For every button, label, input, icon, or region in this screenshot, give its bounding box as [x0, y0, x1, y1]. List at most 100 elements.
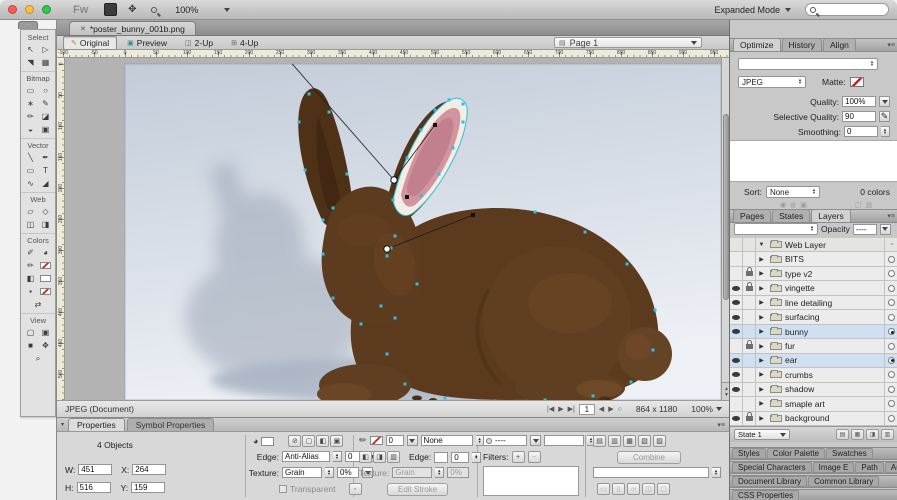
tool-button[interactable]: [38, 272, 53, 285]
stroke-texture-dropdown[interactable]: Grain: [392, 467, 432, 478]
stroke-option-button[interactable]: ◧: [359, 451, 372, 463]
visibility-toggle[interactable]: [730, 383, 743, 396]
visibility-toggle[interactable]: [730, 267, 743, 280]
loop-icon[interactable]: ○: [618, 406, 622, 413]
transparency-icon[interactable]: ◍: [790, 201, 796, 209]
visibility-toggle[interactable]: [730, 252, 743, 265]
tool-button[interactable]: ■: [23, 339, 38, 352]
layer-row[interactable]: line detailing: [730, 296, 897, 310]
layer-select-radio[interactable]: [884, 281, 897, 294]
tool-button[interactable]: ▢: [23, 326, 38, 339]
edit-color-icon[interactable]: ▢: [855, 201, 862, 209]
tool-button[interactable]: ◢: [38, 177, 53, 190]
layer-select-radio[interactable]: [884, 339, 897, 352]
transparent-checkbox[interactable]: [279, 485, 287, 493]
fill-option-button[interactable]: ▣: [330, 435, 343, 447]
tool-button[interactable]: ▣: [38, 123, 53, 136]
current-state-field[interactable]: 1: [579, 404, 595, 415]
minimize-window-button[interactable]: [25, 5, 34, 14]
tab-properties[interactable]: Properties: [68, 418, 125, 431]
expand-arrow-icon[interactable]: [756, 310, 767, 323]
layer-row[interactable]: bunny: [730, 325, 897, 339]
collapsed-panel-tab[interactable]: Auto Shi: [885, 462, 897, 473]
expand-arrow-icon[interactable]: [756, 267, 767, 280]
tab-align[interactable]: Align: [823, 38, 856, 51]
fill-option-button[interactable]: ◧: [316, 435, 329, 447]
tool-button[interactable]: ▣: [38, 326, 53, 339]
selective-quality-edit-button[interactable]: ✎: [879, 111, 890, 122]
collapsed-panel-tab[interactable]: Path: [855, 462, 883, 473]
sort-dropdown[interactable]: None ▲▼: [766, 186, 820, 198]
stroke-edge-amount-field[interactable]: 0: [451, 452, 469, 463]
collapsed-panel-tab[interactable]: CSS Properties: [732, 490, 799, 500]
stroke-edge-field[interactable]: [434, 452, 448, 463]
lock-toggle[interactable]: [743, 252, 756, 265]
expand-arrow-icon[interactable]: [756, 383, 767, 396]
delete-color-icon[interactable]: ▥: [865, 201, 872, 209]
lock-toggle[interactable]: [743, 267, 756, 280]
tool-button[interactable]: T: [38, 164, 53, 177]
tool-button[interactable]: ◥: [23, 56, 38, 69]
panel-menu-icon[interactable]: ▾≡: [887, 212, 895, 220]
stroke-texture-amount-field[interactable]: 0%: [447, 467, 469, 478]
arrange-button[interactable]: ▱: [627, 483, 640, 495]
state-selector-dropdown[interactable]: State 1: [734, 429, 790, 440]
tool-button[interactable]: ○: [38, 84, 53, 97]
arrange-button[interactable]: ◫: [642, 483, 655, 495]
hand-tool-icon[interactable]: ✥: [125, 3, 139, 16]
tool-button[interactable]: ⌕: [31, 352, 46, 365]
stroke-option-button[interactable]: ◨: [373, 451, 386, 463]
tool-button[interactable]: ↖: [23, 43, 38, 56]
combine-mode-button[interactable]: ▤: [593, 435, 606, 447]
canvas[interactable]: [65, 58, 721, 400]
tool-button[interactable]: ▭: [23, 164, 38, 177]
tool-button[interactable]: ▪: [23, 285, 38, 298]
expand-arrow-icon[interactable]: [756, 281, 767, 294]
visibility-toggle[interactable]: [730, 296, 743, 309]
fill-edge-dropdown[interactable]: Anti-Alias: [282, 451, 330, 462]
tool-button[interactable]: ✐: [23, 246, 38, 259]
combine-preset-dropdown[interactable]: [593, 467, 709, 478]
fill-texture-dropdown[interactable]: Grain: [282, 467, 322, 478]
opacity-field[interactable]: ----: [853, 224, 877, 235]
visibility-toggle[interactable]: [730, 354, 743, 367]
zoom-level-dropdown[interactable]: 100%: [175, 5, 230, 15]
tool-button[interactable]: ◧: [23, 272, 38, 285]
opacity-dropdown[interactable]: ----: [483, 435, 527, 446]
new-layer-icon[interactable]: ▦: [851, 429, 864, 440]
tool-button[interactable]: ▱: [23, 205, 38, 218]
previous-state-button[interactable]: ◀: [599, 405, 604, 413]
toolbar-dock-handle[interactable]: ⋯: [18, 21, 38, 29]
tool-button[interactable]: ∿: [23, 177, 38, 190]
stroke-size-dropdown[interactable]: [407, 435, 418, 446]
play-button[interactable]: ▶: [558, 405, 563, 413]
tool-button[interactable]: ✏: [23, 110, 38, 123]
fill-color-well[interactable]: [261, 437, 274, 446]
tool-button[interactable]: ▭: [23, 84, 38, 97]
combine-mode-button[interactable]: ▧: [638, 435, 651, 447]
layer-row[interactable]: type v2: [730, 267, 897, 281]
filters-list[interactable]: [483, 466, 579, 496]
tool-button[interactable]: ◕: [38, 246, 53, 259]
layer-row[interactable]: surfacing: [730, 310, 897, 324]
layer-select-radio[interactable]: [884, 354, 897, 367]
combine-mode-button[interactable]: ▥: [608, 435, 621, 447]
visibility-toggle[interactable]: [730, 238, 743, 251]
arrange-button[interactable]: ▢: [657, 483, 670, 495]
lock-toggle[interactable]: [743, 238, 756, 251]
tool-button[interactable]: ◨: [38, 218, 53, 231]
lock-toggle[interactable]: [743, 368, 756, 381]
expand-arrow-icon[interactable]: [756, 296, 767, 309]
close-window-button[interactable]: [8, 5, 17, 14]
expand-arrow-icon[interactable]: [756, 412, 767, 425]
document-tab[interactable]: ✕ *poster_bunny_001b.png: [69, 21, 196, 35]
visibility-toggle[interactable]: [730, 397, 743, 410]
layer-row[interactable]: smaple art: [730, 397, 897, 411]
zoom-window-button[interactable]: [42, 5, 51, 14]
combine-mode-button[interactable]: ▨: [653, 435, 666, 447]
layer-row[interactable]: shadow: [730, 383, 897, 397]
height-field[interactable]: 516: [77, 482, 111, 493]
visibility-toggle[interactable]: [730, 325, 743, 338]
expand-arrow-icon[interactable]: [756, 368, 767, 381]
layer-row[interactable]: vingette: [730, 281, 897, 295]
